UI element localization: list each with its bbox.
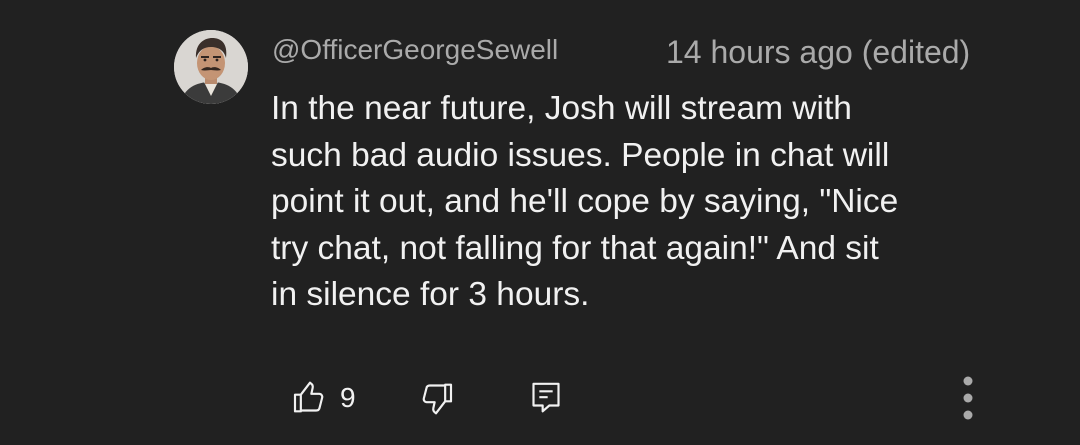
more-vertical-icon bbox=[963, 376, 973, 420]
thumbs-down-icon bbox=[422, 383, 453, 415]
like-count: 9 bbox=[340, 382, 356, 413]
avatar-image bbox=[174, 30, 248, 104]
avatar[interactable] bbox=[174, 30, 248, 104]
comment-timestamp[interactable]: 14 hours ago (edited) bbox=[666, 30, 970, 74]
comment-line: in silence for 3 hours. bbox=[271, 276, 590, 313]
comment-line: point it out, and he'll cope by saying, … bbox=[271, 183, 899, 220]
reply-comment-icon bbox=[532, 382, 560, 413]
comment-action-bar: 9 bbox=[0, 370, 1080, 430]
more-options-button[interactable] bbox=[948, 372, 988, 424]
reply-button[interactable] bbox=[524, 376, 568, 420]
comment-line: try chat, not falling for that again!" A… bbox=[271, 229, 879, 267]
comment-author[interactable]: @OfficerGeorgeSewell bbox=[272, 30, 558, 70]
thumbs-up-icon bbox=[293, 381, 324, 413]
comment-item: @OfficerGeorgeSewell 14 hours ago (edite… bbox=[0, 0, 1080, 445]
comment-body: In the near future, Josh will stream wit… bbox=[271, 86, 1031, 319]
like-button[interactable]: 9 bbox=[290, 376, 356, 420]
comment-line: In the near future, Josh will stream wit… bbox=[271, 90, 852, 127]
dislike-button[interactable] bbox=[414, 376, 458, 420]
comment-line: such bad audio issues. People in chat wi… bbox=[271, 136, 890, 174]
